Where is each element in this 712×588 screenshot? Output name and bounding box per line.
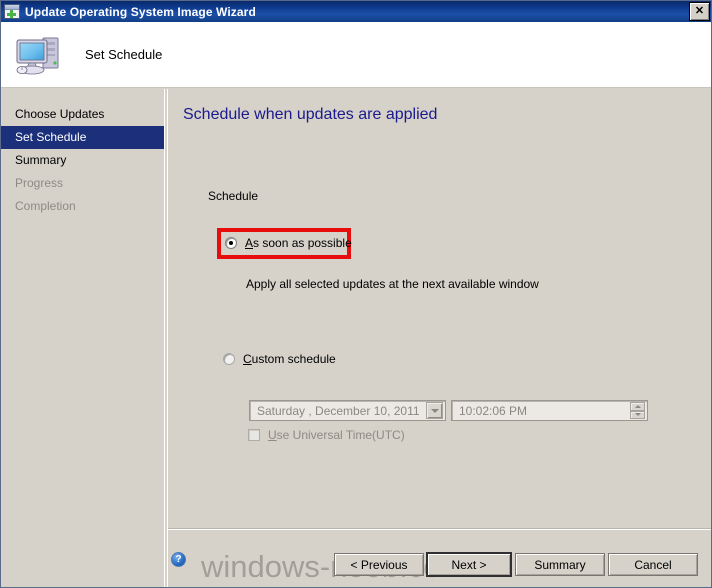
footer-separator-highlight [168, 529, 711, 530]
content-panel: Schedule when updates are applied Schedu… [168, 89, 711, 587]
radio-custom-schedule[interactable]: Custom schedule [223, 352, 336, 366]
radio-label-custom-rest: ustom schedule [251, 352, 336, 366]
checkbox-label-utc: Use Universal Time(UTC) [268, 428, 405, 442]
asap-hint-text: Apply all selected updates at the next a… [246, 277, 539, 291]
previous-button[interactable]: < Previous [334, 553, 424, 576]
sidebar-item-set-schedule[interactable]: Set Schedule [1, 126, 164, 149]
checkbox-indicator-utc [248, 429, 260, 441]
cancel-button[interactable]: Cancel [608, 553, 698, 576]
window-title: Update Operating System Image Wizard [25, 4, 256, 19]
radio-as-soon-as-possible[interactable]: As soon as possible [225, 236, 352, 250]
computer-icon [13, 32, 65, 78]
accel-letter-utc: U [268, 428, 277, 442]
next-button[interactable]: Next > [426, 552, 512, 577]
checkbox-use-universal-time: Use Universal Time(UTC) [248, 428, 405, 442]
sidebar-item-choose-updates[interactable]: Choose Updates [1, 103, 164, 126]
close-button[interactable]: ✕ [689, 2, 710, 21]
accel-letter-custom: C [243, 352, 252, 366]
sidebar-item-summary[interactable]: Summary [1, 149, 164, 172]
radio-indicator-asap[interactable] [225, 237, 237, 249]
time-picker-value: 10:02:06 PM [459, 403, 528, 418]
radio-indicator-custom[interactable] [223, 353, 235, 365]
title-bar: Update Operating System Image Wizard ✕ [1, 1, 711, 22]
checkbox-label-utc-rest: se Universal Time(UTC) [276, 428, 405, 442]
sidebar-item-completion: Completion [15, 199, 76, 213]
wizard-steps-sidebar: Choose Updates Set Schedule Summary Prog… [1, 89, 164, 587]
radio-label-asap: As soon as possible [245, 236, 352, 250]
sidebar-item-progress: Progress [15, 176, 64, 190]
date-picker[interactable]: Saturday , December 10, 2011 [249, 400, 446, 421]
header-title: Set Schedule [85, 47, 163, 62]
date-picker-value: Saturday , December 10, 2011 [257, 403, 420, 418]
sidebar-divider [164, 89, 165, 587]
summary-button[interactable]: Summary [515, 553, 605, 576]
radio-label-custom: Custom schedule [243, 352, 336, 366]
radio-label-asap-rest: s soon as possible [253, 236, 352, 250]
page-title: Schedule when updates are applied [183, 106, 438, 123]
time-picker[interactable]: 10:02:06 PM [451, 400, 648, 421]
chevron-down-icon[interactable] [426, 402, 443, 419]
spinner-updown-icon[interactable] [630, 402, 645, 419]
help-question-icon[interactable]: ? [171, 552, 186, 567]
schedule-group-label: Schedule [208, 189, 259, 203]
header-banner: Set Schedule [1, 22, 711, 88]
accel-letter-asap: A [245, 236, 254, 250]
window-plus-icon [4, 4, 20, 19]
wizard-window: Update Operating System Image Wizard ✕ S… [0, 0, 712, 588]
